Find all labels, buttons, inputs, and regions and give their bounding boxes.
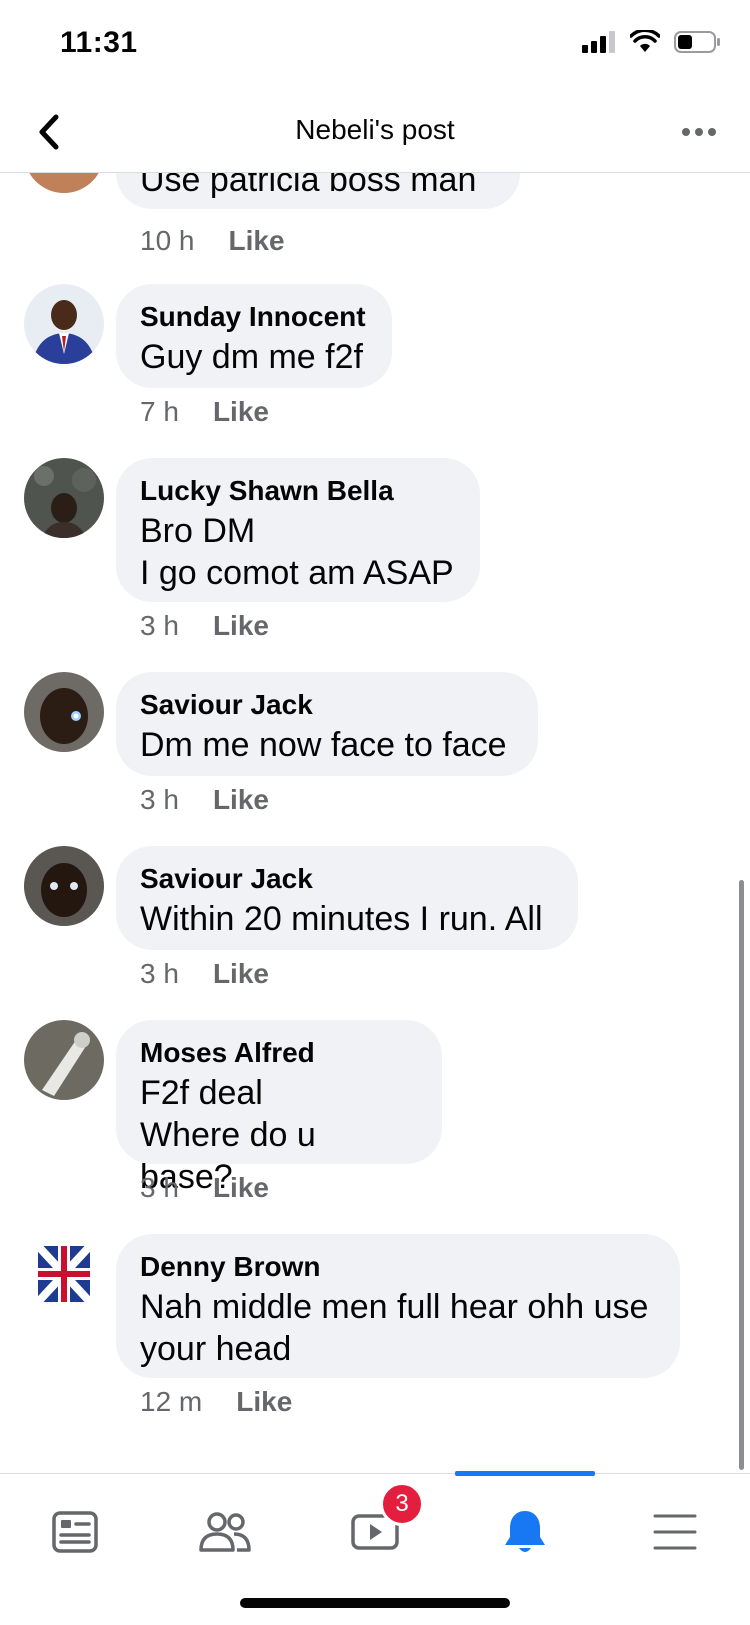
comment-text: Bro DM I go comot am ASAP xyxy=(140,512,454,592)
comment-text: Within 20 minutes I run. All xyxy=(140,900,543,938)
avatar[interactable] xyxy=(24,173,104,193)
active-tab-indicator xyxy=(455,1471,595,1476)
battery-icon xyxy=(674,30,722,59)
news-feed-icon xyxy=(52,1511,98,1553)
comment-time: 3 h xyxy=(140,958,179,989)
status-bar: 11:31 xyxy=(0,0,750,92)
avatar[interactable] xyxy=(24,458,104,538)
like-button[interactable]: Like xyxy=(213,1172,269,1204)
commenter-name[interactable]: Lucky Shawn Bella xyxy=(140,472,454,510)
commenter-name[interactable]: Moses Alfred xyxy=(140,1034,416,1072)
comments-feed[interactable]: Use patricia boss man 10 h Like Sunday I… xyxy=(0,173,750,1473)
like-button[interactable]: Like xyxy=(213,396,269,428)
comment-text: Dm me now face to face xyxy=(140,726,507,764)
home-indicator[interactable] xyxy=(240,1598,510,1608)
comment-time: 3 h xyxy=(140,784,179,815)
avatar[interactable] xyxy=(24,1020,104,1100)
comment-bubble[interactable]: Denny Brown Nah middle men full hear ohh… xyxy=(116,1234,680,1378)
comment-time: 12 m xyxy=(140,1386,203,1417)
status-time: 11:31 xyxy=(60,26,138,59)
like-button[interactable]: Like xyxy=(236,1386,292,1418)
comment-text: Nah middle men full hear ohh use your he… xyxy=(140,1288,649,1368)
comment-bubble[interactable]: Saviour Jack Dm me now face to face xyxy=(116,672,538,776)
like-button[interactable]: Like xyxy=(213,784,269,816)
post-header: Nebeli's post xyxy=(0,92,750,173)
comment-text: Use patricia boss man xyxy=(140,173,477,199)
comment-bubble[interactable]: Use patricia boss man xyxy=(116,173,520,209)
commenter-name[interactable]: Saviour Jack xyxy=(140,686,512,724)
bell-icon xyxy=(505,1511,545,1552)
more-options-button[interactable] xyxy=(674,114,724,150)
tab-menu[interactable] xyxy=(630,1496,720,1568)
scrollbar[interactable] xyxy=(739,880,744,1470)
tab-notifications[interactable] xyxy=(480,1496,570,1568)
hamburger-menu-icon xyxy=(653,1514,697,1550)
comment-time: 3 h xyxy=(140,610,179,641)
comment-bubble[interactable]: Lucky Shawn Bella Bro DM I go comot am A… xyxy=(116,458,480,602)
avatar[interactable] xyxy=(24,672,104,752)
tab-friends[interactable] xyxy=(180,1496,270,1568)
page-title: Nebeli's post xyxy=(295,114,455,145)
commenter-name[interactable]: Denny Brown xyxy=(140,1248,654,1286)
watch-notification-badge: 3 xyxy=(380,1482,424,1526)
commenter-name[interactable]: Saviour Jack xyxy=(140,860,552,898)
like-button[interactable]: Like xyxy=(229,225,285,257)
status-icons xyxy=(582,28,722,59)
wifi-icon xyxy=(629,28,661,59)
comment-time: 3 h xyxy=(140,1172,179,1203)
comment-bubble[interactable]: Moses Alfred F2f deal Where do u base? xyxy=(116,1020,442,1196)
like-button[interactable]: Like xyxy=(213,958,269,990)
comment-text: Guy dm me f2f xyxy=(140,338,363,376)
more-horizontal-icon xyxy=(682,128,716,136)
signal-icon xyxy=(582,30,616,59)
avatar[interactable] xyxy=(24,846,104,926)
comment-bubble[interactable]: Saviour Jack Within 20 minutes I run. Al… xyxy=(116,846,578,950)
friends-icon xyxy=(199,1512,251,1552)
comment-bubble[interactable]: Sunday Innocent Guy dm me f2f xyxy=(116,284,392,388)
avatar[interactable] xyxy=(24,1234,104,1314)
commenter-name[interactable]: Sunday Innocent xyxy=(140,298,366,336)
comment-time: 7 h xyxy=(140,396,179,427)
like-button[interactable]: Like xyxy=(213,610,269,642)
tab-news-feed[interactable] xyxy=(30,1496,120,1568)
comment-time: 10 h xyxy=(140,225,195,256)
avatar[interactable] xyxy=(24,284,104,364)
